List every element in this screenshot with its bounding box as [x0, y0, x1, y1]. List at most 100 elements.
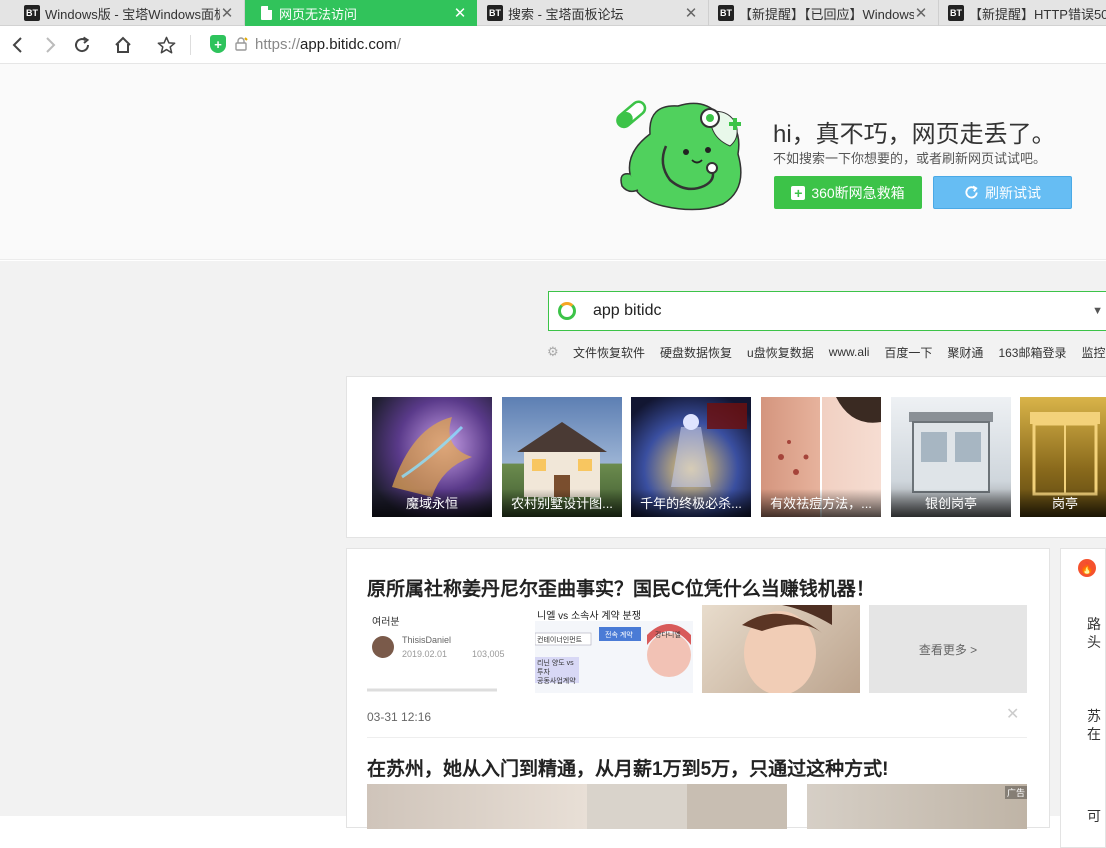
news-thumbnail: [702, 605, 860, 693]
error-banner: hi，真不巧，网页走丢了。 不如搜索一下你想要的，或者刷新网页试试吧。 + 36…: [0, 64, 1106, 260]
card-caption: 农村别墅设计图...: [502, 489, 622, 517]
close-tab-icon[interactable]: ✕: [914, 4, 928, 22]
tab-reminder-http500[interactable]: BT 【新提醒】HTTP错误500.: [939, 0, 1106, 26]
image-card[interactable]: 银创岗亭: [891, 397, 1011, 517]
sidebar-text[interactable]: 头: [1087, 633, 1101, 651]
bookmark-star-icon[interactable]: [153, 32, 179, 58]
doc-icon: [258, 5, 274, 21]
tab-title: 搜索 - 宝塔面板论坛: [508, 6, 624, 22]
insecure-lock-icon[interactable]: [234, 37, 248, 51]
card-caption: 有效祛痘方法，...: [761, 489, 881, 517]
chart-box-label: 리닌 양도 vs 투자 공동사업계약: [537, 660, 576, 685]
news-item-title[interactable]: 在苏州，她从入门到精通，从月薪1万到5万，只通过这种方式!: [367, 754, 888, 781]
card-caption: 银创岗亭: [891, 489, 1011, 517]
chevron-down-icon[interactable]: ▼: [1092, 305, 1103, 317]
hotword-link[interactable]: 163邮箱登录: [998, 344, 1066, 361]
search-box[interactable]: ▼: [548, 291, 1106, 331]
hotword-link[interactable]: 文件恢复软件: [573, 344, 645, 361]
chart-box-label: 전속 계약: [605, 632, 633, 639]
image-card[interactable]: 有效祛痘方法，...: [761, 397, 881, 517]
card-caption: 岗亭: [1020, 489, 1106, 517]
news-feed: 原所属社称姜丹尼尔歪曲事实？国民C位凭什么当赚钱机器！ 여러분 ThisisDa…: [346, 548, 1050, 829]
tab-windows-bt[interactable]: BT Windows版 - 宝塔Windows面板 ✕: [0, 0, 245, 26]
navigation-bar: + https://app.bitidc.com/: [0, 26, 1106, 64]
error-title: hi，真不巧，网页走丢了。: [773, 121, 1056, 148]
ad-image[interactable]: [587, 784, 687, 829]
post-username: ThisisDaniel: [402, 635, 452, 645]
chart-header: 니엘 vs 소속사 계약 분쟁: [537, 611, 641, 622]
divider: [367, 737, 1027, 738]
sidebar-text[interactable]: 在: [1087, 725, 1101, 743]
tab-title: 【新提醒】【已回应】Windows: [739, 6, 914, 22]
refresh-label: 刷新试试: [985, 184, 1041, 201]
url-path: /: [396, 36, 401, 53]
tab-search-bt-forum[interactable]: BT 搜索 - 宝塔面板论坛 ✕: [477, 0, 709, 26]
image-card[interactable]: 千年的终极必杀...: [631, 397, 751, 517]
tab-title: 【新提醒】HTTP错误500.: [969, 6, 1106, 22]
dismiss-close-icon[interactable]: ✕: [1006, 704, 1019, 724]
tab-page-unreachable[interactable]: 网页无法访问 ✕: [245, 0, 477, 26]
bt-favicon: BT: [948, 5, 964, 21]
sidebar-text[interactable]: 可: [1087, 807, 1101, 825]
mascot-doctor-illustration: [616, 100, 742, 211]
network-rescue-button[interactable]: + 360断网急救箱: [774, 176, 922, 209]
search-input[interactable]: [593, 302, 1073, 320]
hot-search-words: ⚙ 文件恢复软件 硬盘数据恢复 u盘恢复数据 www.ali 百度一下 聚财通 …: [547, 343, 1106, 361]
refresh-button[interactable]: 刷新试试: [933, 176, 1072, 209]
tab-reminder-windows[interactable]: BT 【新提醒】【已回应】Windows ✕: [709, 0, 939, 26]
ad-badge: 广告: [1005, 786, 1028, 799]
back-icon[interactable]: [5, 32, 31, 58]
forward-icon[interactable]: [37, 32, 63, 58]
url-host: app.bitidc.com: [300, 36, 397, 53]
hotword-link[interactable]: www.ali: [829, 345, 870, 359]
home-icon[interactable]: [110, 32, 136, 58]
post-heading: 여러분: [372, 617, 400, 628]
sidebar-text[interactable]: 苏: [1087, 707, 1101, 725]
network-rescue-label: 360断网急救箱: [811, 184, 905, 201]
post-views: 103,005: [472, 649, 505, 659]
ad-image[interactable]: [367, 784, 587, 829]
hotword-link[interactable]: 百度一下: [884, 344, 932, 361]
image-card[interactable]: 魔域永恒: [372, 397, 492, 517]
url-scheme: https://: [255, 36, 301, 53]
hotword-link[interactable]: u盘恢复数据: [747, 344, 814, 361]
tab-title: 网页无法访问: [279, 6, 358, 22]
security-shield-icon[interactable]: +: [210, 35, 226, 53]
portrait-image: [732, 605, 832, 693]
bt-favicon: BT: [24, 5, 40, 21]
news-thumbnail: 니엘 vs 소속사 계약 분쟁 컨테이너인먼트 전속 계약 강다니엘 리닌 양도…: [535, 605, 693, 693]
image-card[interactable]: 岗亭: [1020, 397, 1106, 517]
tab-strip: BT Windows版 - 宝塔Windows面板 ✕ 网页无法访问 ✕ BT …: [0, 0, 1106, 26]
close-tab-icon[interactable]: ✕: [453, 4, 467, 22]
news-thumbnail: 여러분 ThisisDaniel 2019.02.01 103,005: [367, 605, 525, 693]
address-input[interactable]: https://app.bitidc.com/: [255, 36, 401, 53]
error-subtitle: 不如搜索一下你想要的，或者刷新网页试试吧。: [773, 151, 1047, 166]
hot-news-sidebar: 🔥 路 头 苏 在 可: [1060, 548, 1106, 848]
news-timestamp: 03-31 12:16: [367, 710, 432, 724]
card-caption: 魔域永恒: [372, 489, 492, 517]
chart-box-label: 강다니엘: [655, 632, 681, 639]
ad-image[interactable]: [687, 784, 787, 829]
sidebar-text[interactable]: 路: [1087, 615, 1101, 633]
reload-icon[interactable]: [69, 32, 95, 58]
card-caption: 千年的终极必杀...: [631, 489, 751, 517]
tab-title: Windows版 - 宝塔Windows面板: [45, 6, 220, 22]
hotword-link[interactable]: 硬盘数据恢复: [660, 344, 732, 361]
360-search-logo-icon: [558, 302, 576, 320]
bt-favicon: BT: [718, 5, 734, 21]
fire-icon: 🔥: [1078, 559, 1096, 577]
image-card[interactable]: 农村别墅设计图...: [502, 397, 622, 517]
gear-icon[interactable]: ⚙: [547, 344, 561, 360]
divider: [190, 35, 191, 55]
plus-box-icon: +: [791, 185, 806, 200]
news-item-title[interactable]: 原所属社称姜丹尼尔歪曲事实？国民C位凭什么当赚钱机器！: [367, 574, 875, 601]
view-more-link[interactable]: 查看更多 >: [869, 605, 1027, 693]
close-tab-icon[interactable]: ✕: [220, 4, 234, 22]
image-card-strip: 魔域永恒 农村别墅设计图... 千年的终极必杀... 有效祛痘方法，... 银创…: [346, 376, 1106, 538]
hotword-link[interactable]: 监控: [1081, 344, 1105, 361]
ad-image[interactable]: [807, 784, 1027, 829]
chart-box-label: 컨테이너인먼트: [537, 637, 583, 644]
content-area: ▼ ⚙ 文件恢复软件 硬盘数据恢复 u盘恢复数据 www.ali 百度一下 聚财…: [0, 261, 1106, 848]
hotword-link[interactable]: 聚财通: [947, 344, 983, 361]
close-tab-icon[interactable]: ✕: [684, 4, 698, 22]
